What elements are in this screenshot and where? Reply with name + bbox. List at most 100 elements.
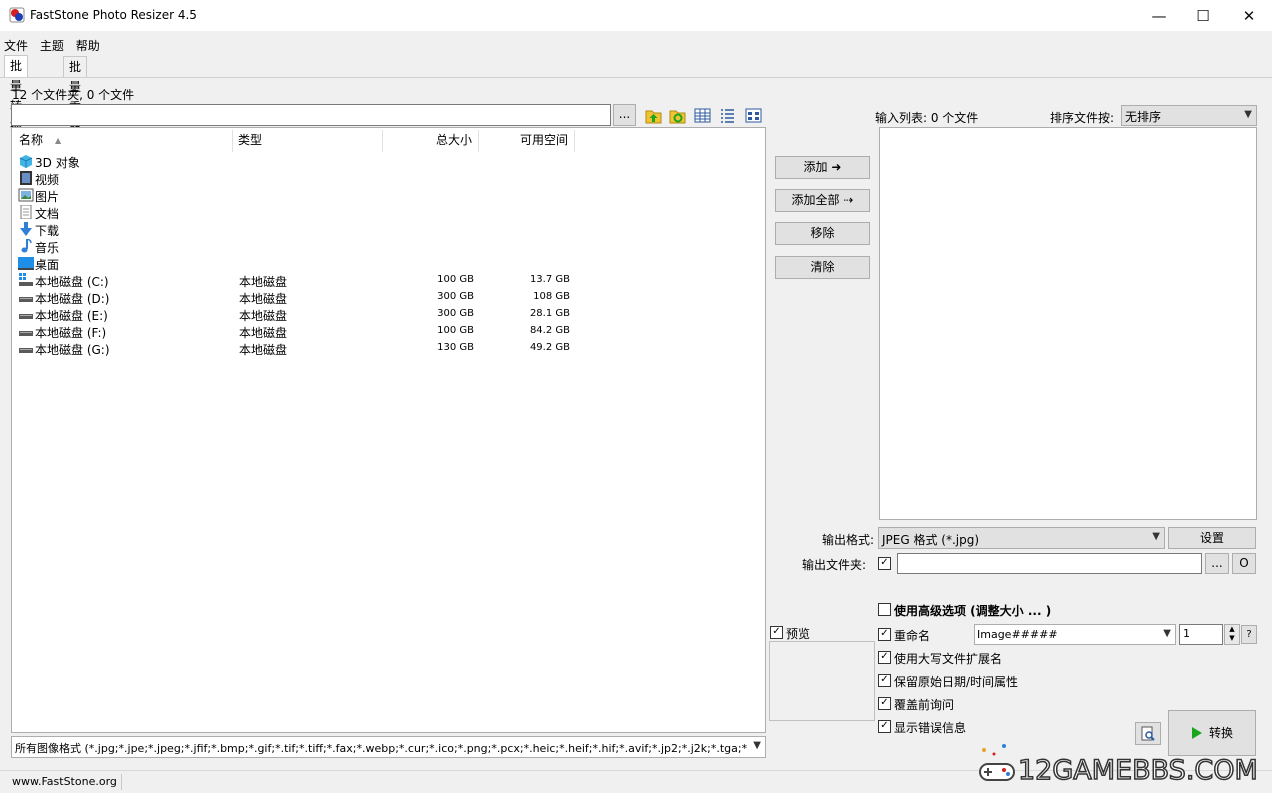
maximize-button[interactable]: ☐ (1180, 0, 1226, 31)
thumbnail-view-icon[interactable] (745, 107, 762, 124)
path-input[interactable] (11, 104, 611, 126)
settings-button[interactable]: 设置 (1168, 527, 1256, 549)
add-button-label: 添加 (803, 160, 828, 174)
preview-checkbox[interactable]: ✓ (770, 626, 783, 639)
video-icon (20, 171, 32, 185)
tab-batch-rename[interactable]: 批量重命名 (63, 56, 88, 154)
menu-theme[interactable]: 主题 (36, 35, 68, 54)
play-icon (1191, 727, 1202, 739)
list-item[interactable]: 本地磁盘 (E:) 本地磁盘 300 GB 28.1 GB (16, 306, 576, 323)
list-item[interactable]: 音乐 (16, 238, 576, 255)
tab-batch-convert[interactable]: 批量转换 (4, 55, 29, 133)
drive-icon (19, 314, 33, 319)
output-format-select[interactable]: JPEG 格式 (*.jpg) ▼ (878, 527, 1165, 549)
ask-overwrite-checkbox[interactable]: ✓ (878, 697, 891, 710)
path-browse-button[interactable]: ... (613, 104, 636, 126)
show-errors-checkbox[interactable]: ✓ (878, 720, 891, 733)
rename-start-number-input[interactable]: 1 (1179, 624, 1223, 645)
input-file-list[interactable] (879, 127, 1257, 520)
column-header-type[interactable]: 类型 (238, 128, 262, 152)
convert-button[interactable]: 转换 (1168, 710, 1256, 756)
column-separator (478, 130, 479, 152)
drive-icon (19, 297, 33, 302)
keep-date-checkbox[interactable]: ✓ (878, 674, 891, 687)
list-item[interactable]: 视频 (16, 170, 576, 187)
output-folder-checkbox[interactable]: ✓ (878, 557, 891, 570)
output-folder-label: 输出文件夹: (802, 558, 867, 572)
chevron-down-icon: ▼ (1152, 531, 1160, 542)
list-item[interactable]: 文档 (16, 204, 576, 221)
minimize-button[interactable]: — (1136, 0, 1182, 31)
file-browser-list[interactable]: 名称 ▲ 类型 总大小 可用空间 3D 对象 视频 图片 文档 下载 音乐 桌面… (11, 127, 766, 733)
output-folder-open-button[interactable]: O (1232, 553, 1256, 574)
documents-icon (20, 205, 32, 219)
input-list-label: 输入列表: 0 个文件 (875, 111, 979, 125)
refresh-folder-icon[interactable] (669, 107, 686, 124)
preview-output-button[interactable] (1135, 722, 1161, 745)
file-type-filter-select[interactable]: 所有图像格式 (*.jpg;*.jpe;*.jpeg;*.jfif;*.bmp;… (11, 736, 766, 758)
output-folder-input[interactable] (897, 553, 1202, 574)
rename-help-button[interactable]: ? (1241, 625, 1257, 644)
clear-button[interactable]: 清除 (775, 256, 870, 279)
status-divider (121, 774, 122, 790)
chevron-down-icon: ▼ (753, 740, 761, 751)
rename-start-number-value: 1 (1183, 627, 1190, 640)
menu-help[interactable]: 帮助 (72, 35, 104, 54)
drive-icon (19, 331, 33, 336)
column-separator (574, 130, 575, 152)
3d-objects-icon (19, 155, 33, 168)
download-icon (20, 222, 32, 236)
rename-pattern-select[interactable]: Image##### ▼ (974, 624, 1176, 645)
list-item[interactable]: 本地磁盘 (G:) 本地磁盘 130 GB 49.2 GB (16, 340, 576, 357)
rename-label: 重命名 (894, 629, 931, 643)
column-header-name[interactable]: 名称 (19, 128, 43, 152)
list-item[interactable]: 本地磁盘 (C:) 本地磁盘 100 GB 13.7 GB (16, 272, 576, 289)
sort-label: 排序文件按: (1050, 111, 1115, 125)
add-all-button[interactable]: 添加全部 ⇢ (775, 189, 870, 212)
website-link[interactable]: www.FastStone.org (12, 775, 117, 788)
close-button[interactable]: ✕ (1226, 0, 1272, 31)
output-folder-browse-button[interactable]: ... (1205, 553, 1229, 574)
uppercase-extension-label: 使用大写文件扩展名 (894, 652, 1003, 666)
drive-icon (19, 348, 33, 353)
list-item[interactable]: 桌面 (16, 255, 576, 272)
sort-value: 无排序 (1125, 110, 1162, 124)
tab-divider (0, 77, 1272, 78)
list-view-icon[interactable] (719, 107, 736, 124)
magnifier-document-icon (1141, 726, 1155, 741)
file-type-filter-value: 所有图像格式 (*.jpg;*.jpe;*.jpeg;*.jfif;*.bmp;… (15, 742, 747, 755)
output-format-value: JPEG 格式 (*.jpg) (882, 533, 980, 547)
window-title: FastStone Photo Resizer 4.5 (30, 8, 197, 22)
gamepad-logo-icon (979, 744, 1015, 781)
details-view-icon[interactable] (694, 107, 711, 124)
add-all-button-label: 添加全部 (791, 193, 840, 207)
uppercase-extension-checkbox[interactable]: ✓ (878, 651, 891, 664)
preview-box (769, 641, 875, 721)
rename-checkbox[interactable]: ✓ (878, 628, 891, 641)
add-button[interactable]: 添加 ➜ (775, 156, 870, 179)
list-item[interactable]: 下载 (16, 221, 576, 238)
list-item[interactable]: 图片 (16, 187, 576, 204)
folder-summary: 12 个文件夹, 0 个文件 (12, 88, 135, 102)
output-format-label: 输出格式: (822, 533, 875, 547)
remove-button[interactable]: 移除 (775, 222, 870, 245)
folder-up-icon[interactable] (645, 107, 662, 124)
advanced-options-checkbox[interactable] (878, 603, 891, 616)
sort-select[interactable]: 无排序 ▼ (1121, 105, 1257, 126)
column-separator (232, 130, 233, 152)
rename-start-stepper[interactable]: ▲ ▼ (1224, 624, 1240, 645)
list-item[interactable]: 3D 对象 (16, 153, 576, 170)
list-item[interactable]: 本地磁盘 (D:) 本地磁盘 300 GB 108 GB (16, 289, 576, 306)
convert-button-label: 转换 (1208, 726, 1233, 740)
keep-date-label: 保留原始日期/时间属性 (894, 675, 1019, 689)
menu-bar: 文件 主题 帮助 (0, 35, 104, 55)
menu-file[interactable]: 文件 (0, 35, 32, 54)
system-drive-icon (19, 273, 33, 286)
music-icon (21, 239, 32, 253)
list-item[interactable]: 本地磁盘 (F:) 本地磁盘 100 GB 84.2 GB (16, 323, 576, 340)
column-header-size[interactable]: 总大小 (412, 128, 472, 152)
advanced-options-label[interactable]: 使用高级选项 (调整大小 ... ) (894, 602, 1051, 619)
watermark-text: 12GAMEBBS.COM (1017, 754, 1258, 787)
desktop-icon (18, 257, 34, 270)
column-header-free[interactable]: 可用空间 (492, 128, 568, 152)
